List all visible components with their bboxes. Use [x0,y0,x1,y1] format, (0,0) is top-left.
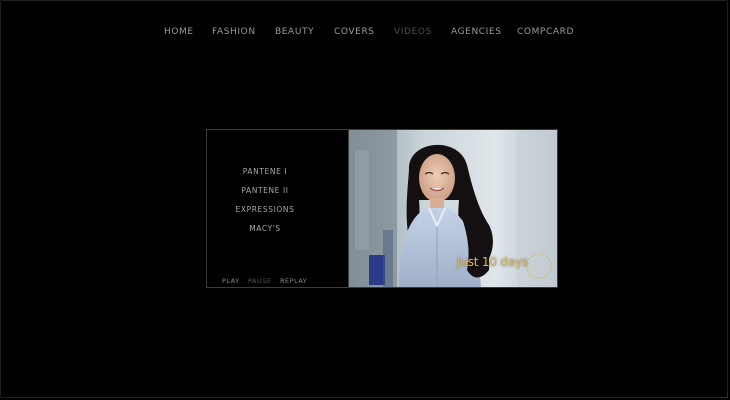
play-button[interactable]: PLAY [222,277,240,285]
nav-covers[interactable]: COVERS [334,26,375,38]
video-player: PANTENE I PANTENE II EXPRESSIONS MACY'S … [206,129,558,288]
nav-home[interactable]: HOME [164,26,194,38]
page: HOME FASHION BEAUTY COVERS VIDEOS AGENCI… [0,0,730,400]
video-item-pantene-2[interactable]: PANTENE II [207,186,323,196]
video-overlay-text: Just 10 days [457,255,528,269]
video-item-expressions[interactable]: EXPRESSIONS [207,205,323,215]
top-nav: HOME FASHION BEAUTY COVERS VIDEOS AGENCI… [0,26,730,40]
nav-agencies[interactable]: AGENCIES [451,26,502,38]
replay-button[interactable]: REPLAY [280,277,307,285]
nav-compcard[interactable]: COMPCARD [517,26,574,38]
video-item-macys[interactable]: MACY'S [207,224,323,234]
nav-fashion[interactable]: FASHION [212,26,256,38]
resize-corner [721,391,728,398]
pause-button[interactable]: PAUSE [248,277,271,285]
video-item-pantene-1[interactable]: PANTENE I [207,167,323,177]
video-list-panel: PANTENE I PANTENE II EXPRESSIONS MACY'S … [207,130,349,287]
video-frame[interactable]: Just 10 days [349,130,557,287]
nav-videos[interactable]: VIDEOS [394,26,432,38]
nav-beauty[interactable]: BEAUTY [275,26,314,38]
